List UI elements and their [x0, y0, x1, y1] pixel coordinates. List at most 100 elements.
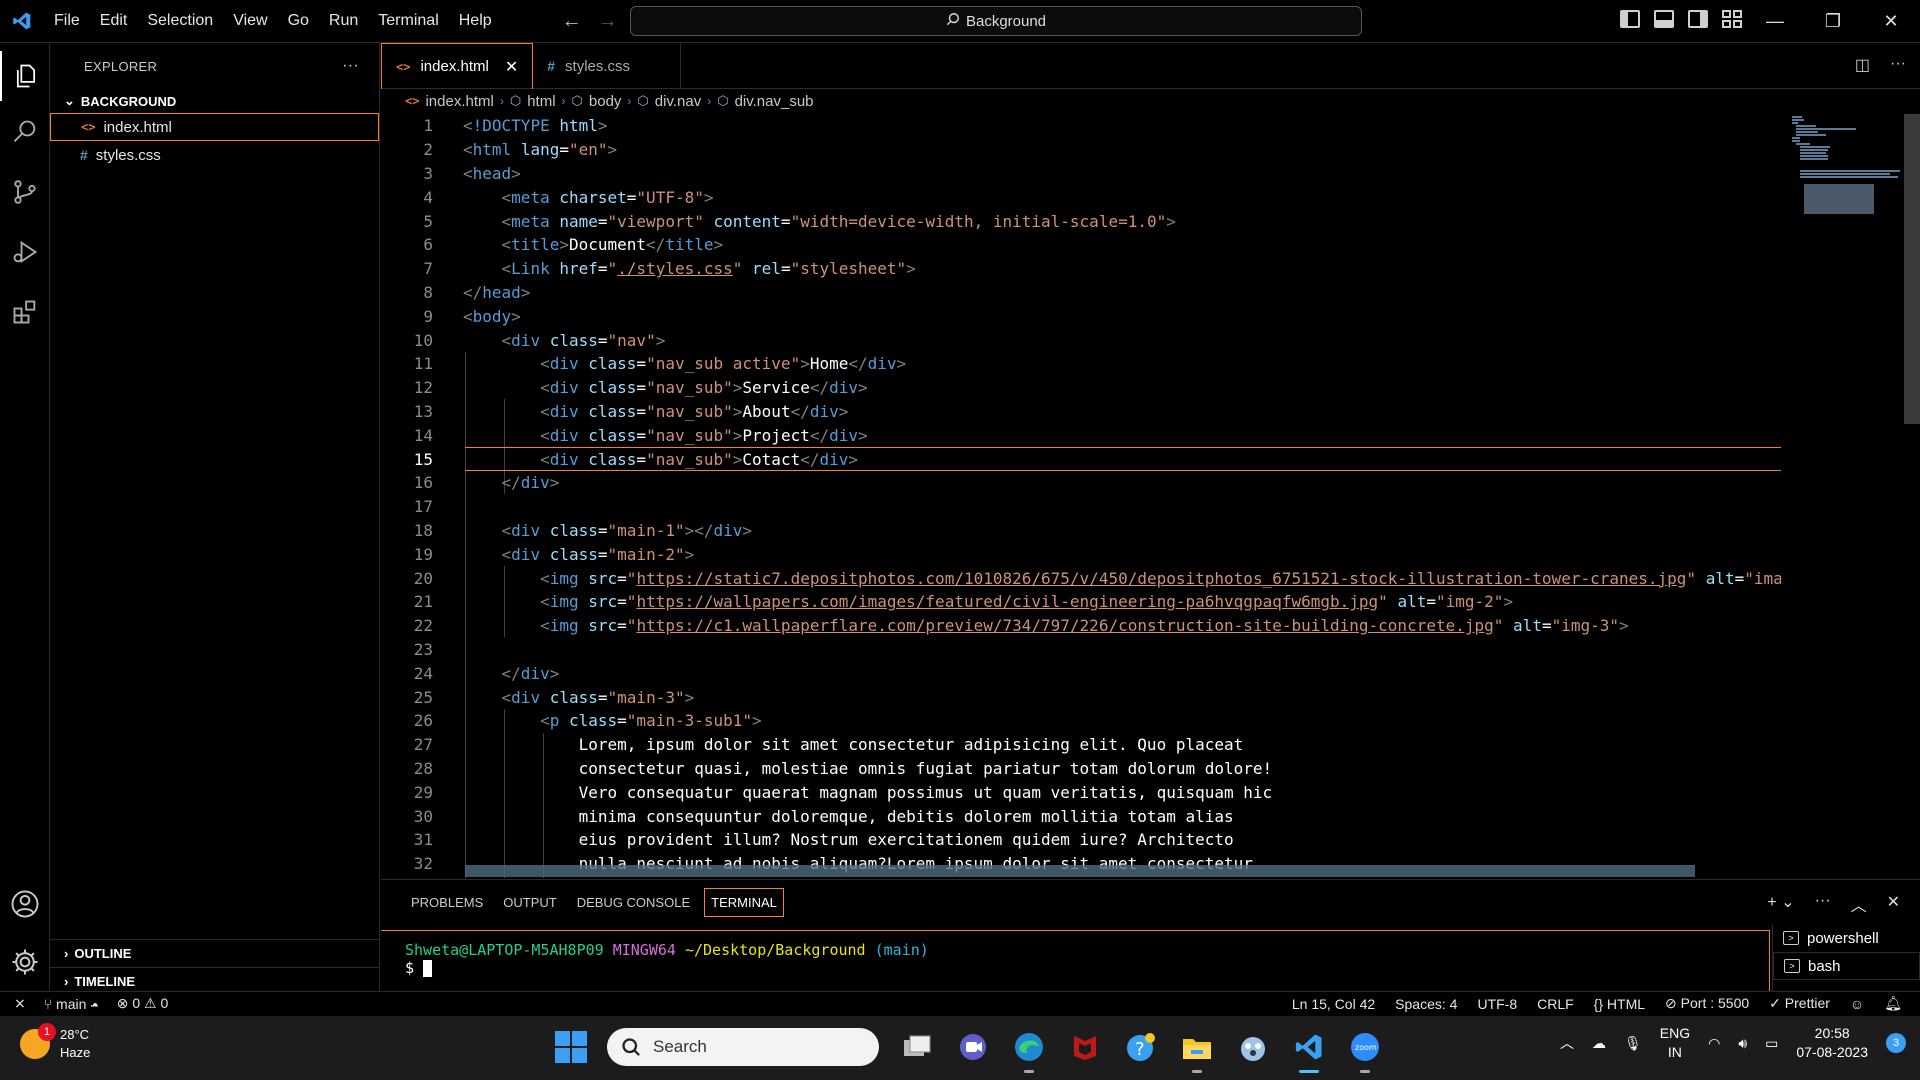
menu-item-help[interactable]: Help: [449, 0, 502, 43]
volume-icon[interactable]: 🔊︎: [1738, 1035, 1747, 1052]
explorer-icon[interactable]: [0, 51, 50, 101]
accounts-icon[interactable]: [0, 879, 50, 929]
code-line[interactable]: 31 eius provident illum? Nostrum exercit…: [381, 828, 1781, 852]
zoom-icon[interactable]: zoom: [1347, 1029, 1383, 1073]
tab-index-html[interactable]: <> index.html ✕: [381, 43, 534, 89]
code-line[interactable]: 28 consectetur quasi, molestiae omnis fu…: [381, 757, 1781, 781]
terminal-input-line[interactable]: $: [405, 959, 1745, 977]
file-item-index-html[interactable]: <> index.html: [50, 113, 379, 141]
code-line[interactable]: 27 Lorem, ipsum dolor sit amet consectet…: [381, 733, 1781, 757]
customize-layout-icon[interactable]: [1722, 10, 1742, 28]
code-line[interactable]: 19 <div class="main-2">: [381, 542, 1781, 566]
remote-icon[interactable]: ⨯: [14, 995, 26, 1012]
breadcrumb-item[interactable]: div.nav: [655, 93, 701, 110]
new-terminal-icon[interactable]: + ⌄: [1767, 892, 1794, 916]
code-line[interactable]: 23: [381, 638, 1781, 662]
toggle-panel-icon[interactable]: [1654, 10, 1674, 28]
battery-icon[interactable]: ▭: [1765, 1035, 1778, 1052]
mcafee-icon[interactable]: [1067, 1029, 1103, 1065]
code-line[interactable]: 29 Vero consequatur quaerat magnam possi…: [381, 780, 1781, 804]
code-line[interactable]: 17: [381, 495, 1781, 519]
terminal-item-bash[interactable]: > bash: [1773, 952, 1920, 980]
microphone-icon[interactable]: 🎙︎: [1624, 1035, 1642, 1052]
menu-item-go[interactable]: Go: [278, 0, 319, 43]
maximize-panel-icon[interactable]: ︿: [1851, 892, 1867, 916]
code-editor[interactable]: 1 <!DOCTYPE html> 2 <html lang="en"> 3 <head>…: [381, 114, 1781, 878]
vscode-taskbar-icon[interactable]: [1291, 1029, 1327, 1073]
task-view-icon[interactable]: [899, 1029, 935, 1065]
mascot-app-icon[interactable]: [1235, 1029, 1271, 1065]
code-line[interactable]: 6 <title>Document</title>: [381, 233, 1781, 257]
code-line[interactable]: 25 <div class="main-3">: [381, 685, 1781, 709]
menu-item-selection[interactable]: Selection: [137, 0, 223, 43]
toggle-primary-sidebar-icon[interactable]: [1620, 10, 1640, 28]
run-debug-icon[interactable]: [0, 227, 50, 277]
meet-chat-icon[interactable]: [955, 1029, 991, 1065]
file-item-styles-css[interactable]: # styles.css: [50, 141, 379, 169]
panel-tab-problems[interactable]: PROBLEMS: [405, 889, 489, 916]
vertical-scrollbar[interactable]: [1904, 114, 1920, 424]
code-line[interactable]: 1 <!DOCTYPE html>: [381, 114, 1781, 138]
code-line[interactable]: 9 <body>: [381, 304, 1781, 328]
code-line[interactable]: 8 </head>: [381, 281, 1781, 305]
windows-start-icon[interactable]: [555, 1031, 587, 1063]
notification-count-badge[interactable]: 3: [1886, 1033, 1906, 1053]
code-line[interactable]: 16 </div>: [381, 471, 1781, 495]
minimap[interactable]: [1790, 114, 1900, 214]
manage-gear-icon[interactable]: [0, 937, 50, 987]
code-line[interactable]: 12 <div class="nav_sub">Service</div>: [381, 376, 1781, 400]
more-actions-icon[interactable]: ···: [1815, 892, 1831, 916]
end-of-line[interactable]: CRLF: [1537, 996, 1574, 1012]
taskbar-search[interactable]: Search: [607, 1028, 879, 1066]
code-line[interactable]: 14 <div class="nav_sub">Project</div>: [381, 423, 1781, 447]
tab-styles-css[interactable]: # styles.css: [533, 43, 682, 89]
language-mode[interactable]: {} HTML: [1594, 996, 1645, 1012]
horizontal-scrollbar[interactable]: [465, 865, 1695, 877]
code-line[interactable]: 13 <div class="nav_sub">About</div>: [381, 400, 1781, 424]
outline-section[interactable]: › OUTLINE: [50, 939, 380, 967]
code-line[interactable]: 5 <meta name="viewport" content="width=d…: [381, 209, 1781, 233]
code-line[interactable]: 4 <meta charset="UTF-8">: [381, 185, 1781, 209]
back-arrow-icon[interactable]: ←: [562, 10, 582, 33]
weather-widget[interactable]: 1 28°C Haze: [20, 1023, 90, 1062]
code-line[interactable]: 11 <div class="nav_sub active">Home</div…: [381, 352, 1781, 376]
terminal-output[interactable]: Shweta@LAPTOP-M5AH8P09 MINGW64 ~/Desktop…: [381, 930, 1770, 992]
breadcrumb-item[interactable]: div.nav_sub: [735, 93, 814, 110]
toggle-secondary-sidebar-icon[interactable]: [1688, 10, 1708, 28]
menu-item-view[interactable]: View: [223, 0, 277, 43]
menu-item-run[interactable]: Run: [319, 0, 368, 43]
problems-indicator[interactable]: ⊗ 0 ⚠ 0: [117, 995, 169, 1012]
menu-item-terminal[interactable]: Terminal: [368, 0, 448, 43]
cursor-position[interactable]: Ln 15, Col 42: [1292, 996, 1375, 1012]
more-actions-icon[interactable]: ···: [1890, 55, 1906, 75]
breadcrumb-item[interactable]: index.html: [425, 93, 493, 110]
code-line[interactable]: 30 minima consequuntur doloremque, debit…: [381, 804, 1781, 828]
notifications-bell-icon[interactable]: 🔔︎: [1884, 995, 1902, 1012]
code-line[interactable]: 2 <html lang="en">: [381, 138, 1781, 162]
encoding[interactable]: UTF-8: [1477, 996, 1517, 1012]
feedback-icon[interactable]: ☺: [1850, 996, 1864, 1012]
split-editor-icon[interactable]: ◫: [1855, 55, 1870, 75]
breadcrumb-item[interactable]: body: [589, 93, 622, 110]
close-window-icon[interactable]: ✕: [1862, 0, 1920, 43]
code-line[interactable]: 18 <div class="main-1"></div>: [381, 519, 1781, 543]
minimize-icon[interactable]: —: [1746, 0, 1804, 43]
folder-section[interactable]: ⌄ BACKGROUND: [50, 89, 379, 113]
file-explorer-icon[interactable]: [1179, 1029, 1215, 1073]
more-actions-icon[interactable]: ···: [342, 57, 359, 75]
terminal-item-powershell[interactable]: > powershell: [1773, 924, 1920, 952]
language-indicator[interactable]: ENG IN: [1660, 1024, 1690, 1062]
restore-icon[interactable]: ❐: [1804, 0, 1862, 43]
source-control-icon[interactable]: [0, 167, 50, 217]
show-hidden-icons-icon[interactable]: ︿: [1560, 1033, 1574, 1053]
panel-tab-debug-console[interactable]: DEBUG CONSOLE: [571, 889, 696, 916]
command-center[interactable]: Background: [630, 6, 1362, 36]
wifi-icon[interactable]: ◠: [1708, 1035, 1720, 1052]
menu-item-edit[interactable]: Edit: [90, 0, 138, 43]
code-line[interactable]: 10 <div class="nav">: [381, 328, 1781, 352]
code-line[interactable]: 15 <div class="nav_sub">Cotact</div>: [381, 447, 1781, 471]
close-panel-icon[interactable]: ✕: [1887, 892, 1900, 916]
forward-arrow-icon[interactable]: →: [598, 10, 618, 33]
code-line[interactable]: 26 <p class="main-3-sub1">: [381, 709, 1781, 733]
code-line[interactable]: 21 <img src="https://wallpapers.com/imag…: [381, 590, 1781, 614]
